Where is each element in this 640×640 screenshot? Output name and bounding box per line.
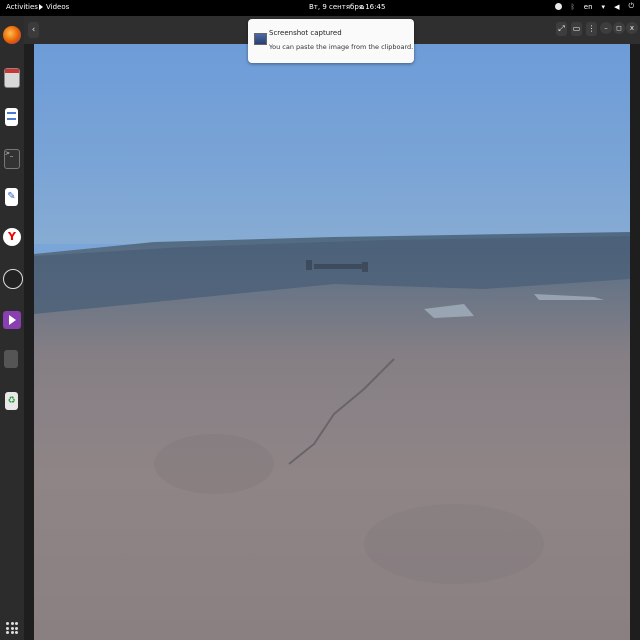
notification-title: Screenshot captured [269,29,342,37]
trash-icon[interactable]: ♻ [5,392,18,410]
activities-button[interactable]: Activities [6,3,38,11]
screen-recording-icon: ⌂ [360,3,365,11]
close-button[interactable]: x [626,22,638,34]
videos-icon[interactable] [3,311,21,329]
app-menu[interactable]: Videos [39,3,69,11]
screenshot-thumbnail-icon [254,33,267,45]
yandex-tray-icon[interactable] [554,3,562,10]
obs-studio-icon[interactable] [3,269,23,289]
files-icon[interactable] [4,68,20,88]
show-apps-icon[interactable] [6,622,18,634]
power-icon[interactable]: ⏻ [628,2,634,11]
video-scene [34,44,630,640]
bluetooth-icon[interactable]: ᛒ [571,3,575,11]
language-indicator[interactable]: en [584,3,593,11]
app-menu-label: Videos [46,3,70,11]
terminal-icon[interactable]: >_ [4,149,20,169]
dock: >_ ✎ Y ♻ [0,16,24,640]
wifi-icon[interactable]: ▾ [602,3,606,11]
back-button[interactable]: ‹ [28,22,39,38]
play-icon [39,4,43,10]
volume-icon[interactable]: ◀ [614,3,619,11]
notification-body: You can paste the image from the clipboa… [269,43,414,51]
screenshot-notification[interactable]: Screenshot captured You can paste the im… [248,19,414,63]
subtitles-icon[interactable]: ▭ [571,22,582,36]
video-frame[interactable] [34,44,630,640]
calculator-icon[interactable] [4,350,18,368]
restore-button[interactable]: ◻ [613,22,625,34]
yandex-browser-icon[interactable]: Y [3,228,21,246]
clock[interactable]: Вт, 9 сентября 16:45 [309,3,385,11]
system-tray[interactable]: ᛒ en ▾ ◀ ⏻ [554,2,634,11]
fullscreen-icon[interactable]: ⤢ [556,22,567,36]
top-bar: Activities Videos Вт, 9 сентября 16:45 ⌂… [0,0,640,16]
menu-button[interactable]: ⋮ [586,22,597,36]
firefox-icon[interactable] [3,26,21,44]
minimize-button[interactable]: – [600,22,612,34]
text-editor-icon[interactable]: ✎ [5,188,18,206]
document-viewer-icon[interactable] [5,108,18,126]
